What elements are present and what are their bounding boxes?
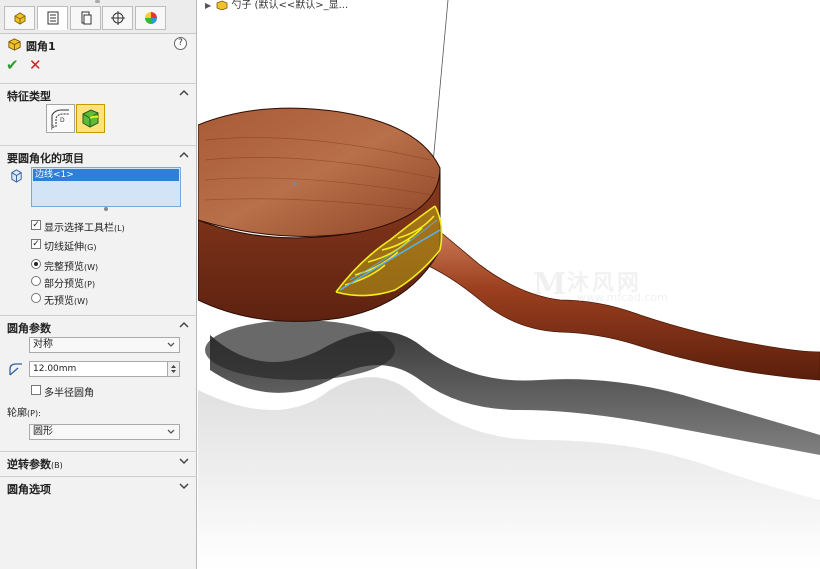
section-fillet-options-label: 圆角选项 [7,483,51,496]
flyout-feature-tree[interactable]: ▶ 勺子 (默认<<默认>_显... [205,0,348,11]
list-resize-handle[interactable] [104,207,108,211]
spin-arrows-icon [171,365,176,373]
full-preview-key: (W) [84,263,99,272]
configuration-manager-icon [81,11,91,25]
tangent-propagation-key: (G) [84,243,97,252]
profile-dropdown[interactable]: 圆形 [29,424,180,440]
section-fillet-parameters-label: 圆角参数 [7,322,51,335]
spoon-handle[interactable] [419,214,820,381]
fillet-method-dropdown[interactable]: 对称 [29,337,180,353]
property-manager-panel: 圆角1 ? ✔ ✕ 特征类型 DP 要圆角化的项目 边线<1> ✓ 显示选择工具… [0,0,197,569]
feature-header: 圆角1 [0,34,196,56]
help-button[interactable]: ? [174,37,187,50]
chevron-up-icon[interactable] [179,150,189,160]
no-preview-key: (W) [74,297,89,306]
configuration-manager-tab[interactable] [70,6,101,30]
spoon-bowl-top[interactable] [198,107,441,237]
part-icon [216,0,228,10]
tree-expand-icon[interactable]: ▶ [205,1,213,10]
constant-size-fillet-button[interactable] [76,104,105,133]
no-preview-label: 无预览 [44,296,74,307]
chevron-down-icon[interactable] [179,481,189,491]
selection-item-edge[interactable]: 边线<1> [33,169,179,181]
tangent-propagation-checkbox[interactable]: ✓ [31,239,41,249]
edge-selection-icon [11,169,22,183]
svg-text:D: D [60,117,65,124]
property-manager-tab[interactable] [37,6,68,30]
edge-selection-list[interactable]: 边线<1> [31,167,181,207]
display-manager-icon [144,12,157,24]
manual-fillet-type-button[interactable]: DP [46,104,75,133]
radius-input[interactable]: 12.00mm [29,361,180,377]
radius-spinner[interactable] [167,362,179,376]
panel-grip[interactable] [95,0,100,3]
profile-label-row: 轮廓(P): [7,404,41,419]
chevron-down-icon [167,342,175,347]
feature-manager-icon [14,12,25,25]
chevron-down-icon [167,429,175,434]
fillet-xpert-icon: DP [51,109,69,132]
dimxpert-icon [110,11,125,25]
fillet-method-value: 对称 [33,339,53,350]
chevron-up-icon[interactable] [179,320,189,330]
property-manager-icon [47,11,58,25]
svg-text:P: P [51,125,55,132]
feature-manager-tab[interactable] [4,6,35,30]
ok-button[interactable]: ✔ [6,56,19,74]
radius-value: 12.00mm [33,364,77,374]
full-preview-label: 完整预览 [44,262,84,273]
section-items-to-fillet[interactable]: 要圆角化的项目 [0,145,197,165]
show-selection-toolbar-label: 显示选择工具栏 [44,223,114,234]
graphics-viewport[interactable]: M 沐风网 www.mfcad.com [198,0,820,569]
show-selection-toolbar-checkbox[interactable]: ✓ [31,220,41,230]
tree-part-name[interactable]: 勺子 (默认<<默认>_显... [231,0,348,11]
section-fillet-options[interactable]: 圆角选项 [0,476,197,496]
section-items-label: 要圆角化的项目 [7,152,84,165]
profile-key: (P): [27,409,41,418]
show-selection-toolbar-key: (L) [114,224,125,233]
section-setback-key: (B) [51,461,63,470]
multi-radius-label: 多半径圆角 [44,388,94,399]
no-preview-radio[interactable] [31,293,41,303]
section-fillet-type[interactable]: 特征类型 [0,83,197,103]
partial-preview-radio[interactable] [31,276,41,286]
section-fillet-type-label: 特征类型 [7,90,51,103]
full-preview-radio[interactable] [31,259,41,269]
fillet-feature-icon [8,38,21,51]
origin-point[interactable] [293,182,297,186]
section-setback-label: 逆转参数 [7,458,51,471]
partial-preview-label: 部分预览 [44,279,84,290]
multi-radius-checkbox[interactable] [31,385,41,395]
section-setback-parameters[interactable]: 逆转参数(B) [0,451,197,471]
profile-value: 圆形 [33,426,53,437]
chevron-down-icon[interactable] [179,456,189,466]
ok-cancel-bar: ✔ ✕ [6,56,66,76]
tangent-propagation-label: 切线延伸 [44,242,84,253]
manager-tabbar [0,0,196,34]
profile-label: 轮廓 [7,408,27,419]
partial-preview-key: (P) [84,280,96,289]
spoon-model[interactable] [198,0,820,569]
dimxpert-tab[interactable] [102,6,133,30]
cancel-button[interactable]: ✕ [29,56,42,74]
constant-fillet-icon [82,109,99,128]
display-manager-tab[interactable] [135,6,166,30]
feature-title: 圆角1 [26,40,56,53]
chevron-up-icon[interactable] [179,88,189,98]
radius-icon [9,363,22,376]
section-fillet-parameters[interactable]: 圆角参数 [0,315,197,335]
bowl-shadow [205,320,395,380]
